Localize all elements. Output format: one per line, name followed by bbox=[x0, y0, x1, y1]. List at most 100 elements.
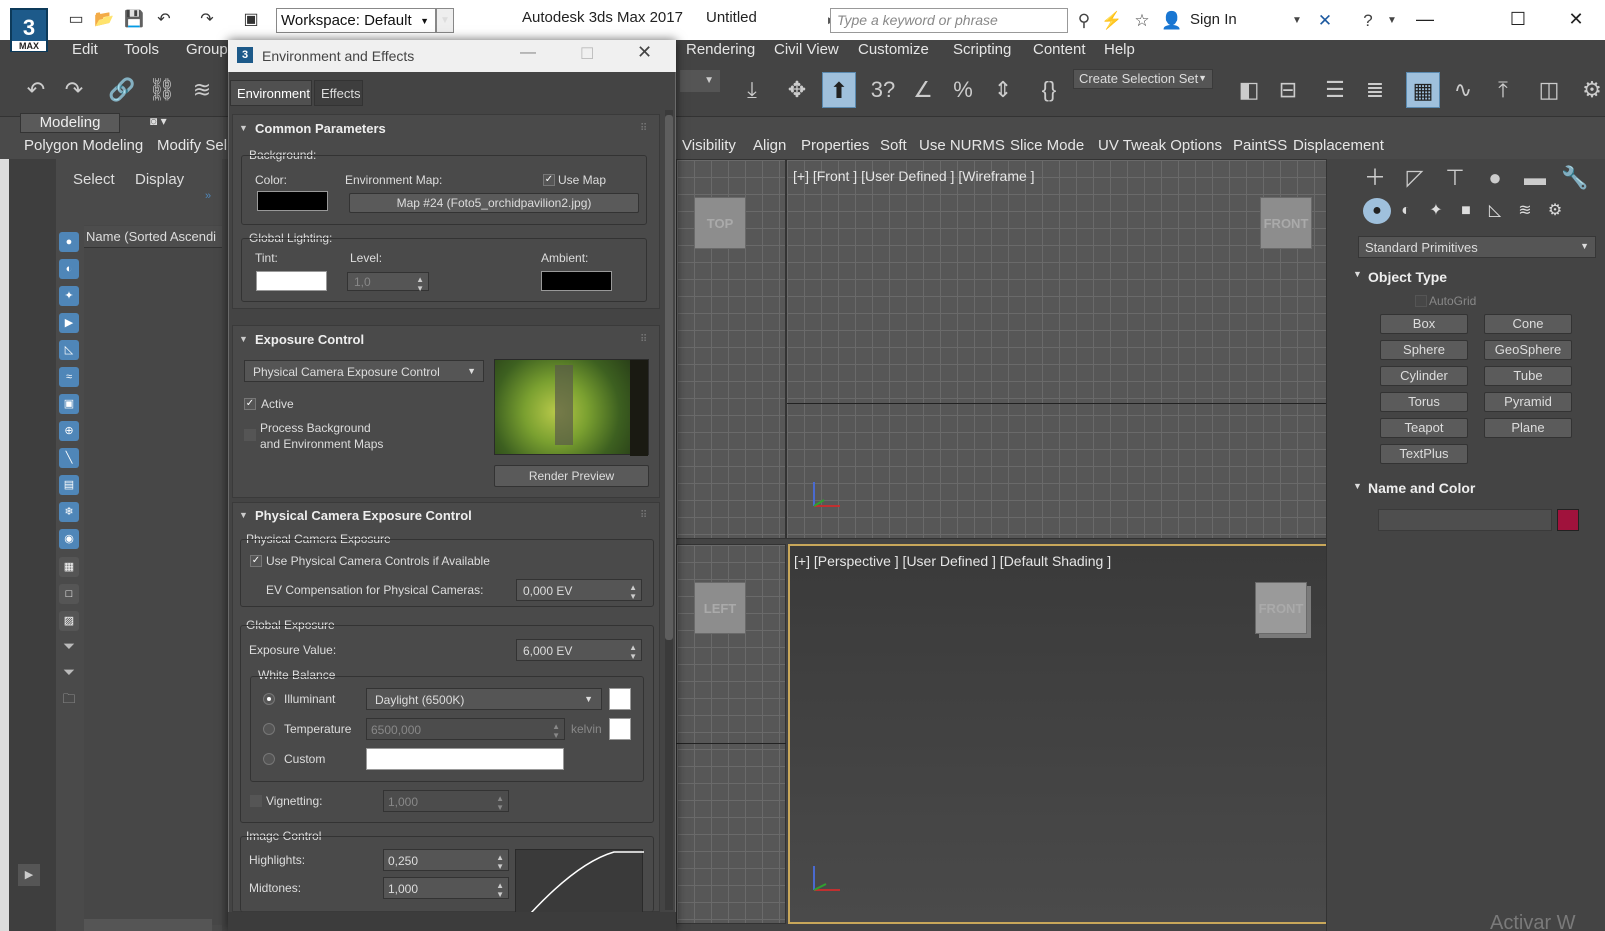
signin-dropdown-icon[interactable]: ▼ bbox=[1285, 10, 1309, 32]
save-file-icon[interactable]: 💾 bbox=[123, 10, 145, 30]
display-all-icon[interactable]: ▦ bbox=[59, 557, 79, 577]
object-type-rollout[interactable]: Object Type bbox=[1368, 269, 1447, 285]
ribbon-polygon-modeling[interactable]: Polygon Modeling bbox=[24, 137, 143, 154]
render-preview-button[interactable]: Render Preview bbox=[494, 465, 649, 487]
ribbon-modify-selection[interactable]: Modify Sel bbox=[157, 137, 227, 154]
dialog-maximize-button[interactable]: ☐ bbox=[580, 44, 594, 64]
modify-tab-icon[interactable]: ◸ bbox=[1398, 164, 1432, 192]
ribbon-use-nurms[interactable]: Use NURMS bbox=[919, 137, 1005, 154]
exposure-control-header[interactable]: Exposure Control bbox=[255, 332, 364, 347]
object-color-swatch[interactable] bbox=[1557, 509, 1579, 531]
shapes-filter-icon[interactable]: ◐ bbox=[59, 259, 79, 279]
menu-group[interactable]: Group bbox=[186, 41, 228, 58]
tab-select[interactable]: Select bbox=[73, 171, 115, 188]
ribbon-soft[interactable]: Soft bbox=[880, 137, 907, 154]
tube-button[interactable]: Tube bbox=[1484, 366, 1572, 386]
plane-button[interactable]: Plane bbox=[1484, 418, 1572, 438]
align-icon[interactable]: ⊟ bbox=[1271, 72, 1305, 108]
hidden-filter-icon[interactable]: ◉ bbox=[59, 529, 79, 549]
redo-icon[interactable]: ↷ bbox=[196, 10, 218, 30]
select-place-icon[interactable]: ⤓ bbox=[735, 72, 769, 108]
exposure-type-dropdown[interactable]: Physical Camera Exposure Control ▼ bbox=[244, 360, 484, 382]
viewcube-front[interactable]: FRONT bbox=[1260, 197, 1312, 249]
select-object-icon[interactable]: ⬆ bbox=[822, 72, 856, 108]
project-folder-icon[interactable]: ▣ bbox=[240, 10, 262, 30]
spacewarps-icon[interactable]: ≋ bbox=[1511, 198, 1539, 224]
utilities-tab-icon[interactable]: 🔧 bbox=[1558, 164, 1592, 192]
filter-toggle-icon[interactable]: ⏷ bbox=[59, 663, 79, 683]
subscription-icon[interactable]: ⚡ bbox=[1100, 10, 1124, 32]
material-editor-icon[interactable]: ◫ bbox=[1532, 72, 1566, 108]
primitive-type-dropdown[interactable]: Standard Primitives ▼ bbox=[1358, 236, 1596, 258]
named-selection-icon[interactable]: {} bbox=[1032, 72, 1066, 108]
selection-filter-dropdown[interactable]: ▼ bbox=[680, 70, 720, 92]
containers-filter-icon[interactable]: ▤ bbox=[59, 475, 79, 495]
systems-icon[interactable]: ⚙ bbox=[1541, 198, 1569, 224]
bind-space-warp-icon[interactable]: ≋ bbox=[185, 72, 219, 108]
ribbon-uv-tweak[interactable]: UV Tweak Options bbox=[1098, 137, 1222, 154]
menu-content[interactable]: Content bbox=[1033, 41, 1086, 58]
pce-drag-handle-icon[interactable]: ⠿ bbox=[640, 510, 647, 521]
display-tab-icon[interactable]: ▬ bbox=[1518, 164, 1552, 192]
exchange-apps-icon[interactable]: ✕ bbox=[1313, 10, 1337, 32]
common-parameters-header[interactable]: Common Parameters bbox=[255, 121, 386, 136]
menu-customize[interactable]: Customize bbox=[858, 41, 929, 58]
angle-snap-icon[interactable]: ∠ bbox=[906, 72, 940, 108]
create-tab-icon[interactable]: ＋ bbox=[1358, 164, 1392, 192]
workspace-menu-button[interactable]: ▼ bbox=[436, 8, 454, 33]
curve-editor-icon[interactable]: ∿ bbox=[1446, 72, 1480, 108]
lights-filter-icon[interactable]: ✦ bbox=[59, 286, 79, 306]
illuminant-dropdown[interactable]: Daylight (6500K) ▼ bbox=[366, 688, 602, 710]
tint-color-swatch[interactable] bbox=[256, 271, 327, 291]
illuminant-radio[interactable] bbox=[263, 693, 275, 705]
layer-explorer-icon[interactable]: ☰ bbox=[1318, 72, 1352, 108]
geometry-icon[interactable]: ● bbox=[1363, 198, 1391, 224]
cone-button[interactable]: Cone bbox=[1484, 314, 1572, 334]
background-color-swatch[interactable] bbox=[257, 191, 328, 211]
exposure-value-spinner[interactable]: 6,000 EV ▲ ▼ bbox=[516, 639, 642, 661]
help-icon[interactable]: ? bbox=[1356, 10, 1380, 32]
ribbon-toggle-icon[interactable]: ▦ bbox=[1406, 72, 1440, 108]
object-name-field[interactable] bbox=[1378, 509, 1552, 531]
groups-filter-icon[interactable]: ▣ bbox=[59, 394, 79, 414]
motion-tab-icon[interactable]: ● bbox=[1478, 164, 1512, 192]
ribbon-slice-mode[interactable]: Slice Mode bbox=[1010, 137, 1084, 154]
exposure-collapse-icon[interactable]: ▼ bbox=[239, 334, 248, 344]
active-checkbox[interactable]: ✓ bbox=[244, 398, 256, 410]
tab-display[interactable]: Display bbox=[135, 171, 184, 188]
process-background-checkbox[interactable] bbox=[244, 429, 256, 441]
bones-filter-icon[interactable]: ╲ bbox=[59, 448, 79, 468]
tab-modeling[interactable]: Modeling bbox=[20, 113, 120, 133]
spacewarps-filter-icon[interactable]: ≈ bbox=[59, 367, 79, 387]
menu-edit[interactable]: Edit bbox=[72, 41, 98, 58]
favorites-star-icon[interactable]: ☆ bbox=[1130, 10, 1154, 32]
unlink-icon[interactable]: ⛓ bbox=[145, 72, 179, 108]
name-and-color-rollout[interactable]: Name and Color bbox=[1368, 480, 1475, 496]
ribbon-options-icon[interactable]: ◙ ▾ bbox=[150, 114, 190, 132]
app-logo-button[interactable]: 3 MAX bbox=[10, 8, 48, 52]
pyramid-button[interactable]: Pyramid bbox=[1484, 392, 1572, 412]
vignetting-checkbox[interactable] bbox=[250, 795, 262, 807]
torus-button[interactable]: Torus bbox=[1380, 392, 1468, 412]
textplus-button[interactable]: TextPlus bbox=[1380, 444, 1468, 464]
dialog-scroll-thumb[interactable] bbox=[665, 115, 673, 640]
toggle-layer-icon[interactable]: ≣ bbox=[1358, 72, 1392, 108]
new-file-icon[interactable]: ▭ bbox=[65, 10, 87, 30]
spinner-snap-icon[interactable]: ⇕ bbox=[986, 72, 1020, 108]
tab-environment[interactable]: Environment bbox=[230, 80, 312, 106]
ev-compensation-spinner[interactable]: 0,000 EV ▲ ▼ bbox=[516, 579, 642, 601]
menu-rendering[interactable]: Rendering bbox=[686, 41, 755, 58]
scene-object-list[interactable] bbox=[84, 225, 222, 925]
viewport-perspective-label[interactable]: [+] [Perspective ] [User Defined ] [Defa… bbox=[794, 553, 1111, 569]
expand-panel-icon[interactable]: ▶ bbox=[18, 864, 40, 886]
invert-display-icon[interactable]: ▨ bbox=[59, 611, 79, 631]
select-move-icon[interactable]: ✥ bbox=[780, 72, 814, 108]
open-file-icon[interactable]: 📂 bbox=[93, 10, 115, 30]
render-setup-icon[interactable]: ⚙ bbox=[1575, 72, 1605, 108]
undo-icon[interactable]: ↶ bbox=[19, 72, 53, 108]
midtones-spinner[interactable]: 1,000 ▲ ▼ bbox=[383, 877, 509, 899]
cylinder-button[interactable]: Cylinder bbox=[1380, 366, 1468, 386]
binoculars-icon[interactable]: ⚲ bbox=[1072, 10, 1096, 32]
link-icon[interactable]: 🔗 bbox=[105, 72, 139, 108]
filter-icon[interactable]: ⏷ bbox=[59, 637, 79, 657]
